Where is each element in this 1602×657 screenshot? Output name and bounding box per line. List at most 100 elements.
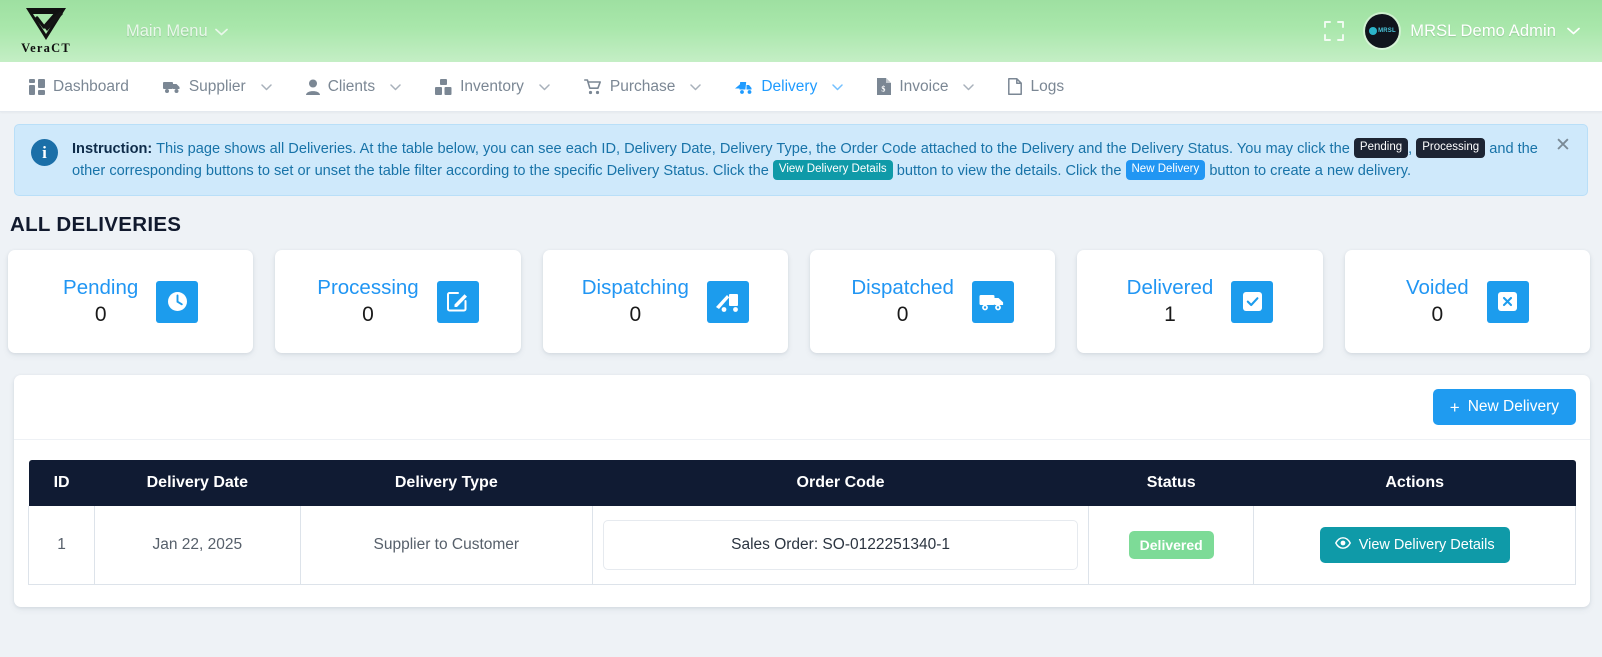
x-square-icon: [1486, 280, 1529, 323]
truck-side-icon: [971, 280, 1014, 323]
clock-icon: [156, 280, 199, 323]
nav-item-invoice[interactable]: $ Invoice: [860, 62, 991, 112]
status-card-dispatching[interactable]: Dispatching 0: [542, 250, 788, 353]
column-header-status[interactable]: Status: [1088, 460, 1254, 506]
person-icon: [305, 79, 320, 95]
table-row: 1 Jan 22, 2025 Supplier to Customer Sale…: [27, 506, 1576, 585]
column-header-id[interactable]: ID: [28, 460, 95, 506]
status-card-dispatched[interactable]: Dispatched 0: [809, 250, 1056, 353]
instruction-comma: ,: [1408, 141, 1413, 157]
user-menu-button[interactable]: MRSL MRSL Demo Admin: [1365, 14, 1580, 48]
status-card-label: Dispatching: [581, 276, 689, 299]
chip-processing: Processing: [1416, 138, 1486, 158]
column-header-delivery-type[interactable]: Delivery Type: [300, 460, 593, 506]
nav-item-logs[interactable]: Logs: [991, 62, 1081, 112]
chevron-down-icon: [690, 78, 702, 96]
nav-label: Purchase: [609, 77, 676, 95]
chevron-down-icon: [832, 78, 844, 96]
main-menu-button[interactable]: Main Menu: [126, 22, 228, 41]
close-icon[interactable]: ✕: [1553, 136, 1573, 157]
chip-pending: Pending: [1353, 138, 1409, 158]
cell-order-code: Sales Order: SO-0122251340-1: [592, 506, 1090, 585]
chevron-down-icon: [390, 78, 401, 96]
status-card-pending[interactable]: Pending 0: [8, 250, 254, 353]
truck-icon: [162, 79, 181, 94]
header-right-group: MRSL MRSL Demo Admin: [1323, 14, 1580, 48]
main-menu-label: Main Menu: [126, 21, 208, 40]
main-navigation: Dashboard Supplier Clients Inventory Pur…: [0, 62, 1602, 112]
veract-v-check-arrow-logo-icon: [22, 6, 70, 42]
nav-item-purchase[interactable]: Purchase: [567, 62, 718, 112]
nav-label: Clients: [327, 77, 376, 95]
edit-square-icon: [436, 280, 479, 323]
chevron-down-icon: [260, 78, 272, 96]
column-header-actions[interactable]: Actions: [1253, 460, 1576, 506]
status-card-processing[interactable]: Processing 0: [275, 250, 521, 353]
fullscreen-expand-icon[interactable]: [1323, 20, 1345, 42]
nav-item-dashboard[interactable]: Dashboard: [12, 62, 146, 112]
nav-item-delivery[interactable]: Delivery: [718, 62, 860, 112]
chevron-down-icon: [214, 22, 228, 41]
plus-icon: +: [1449, 397, 1460, 417]
brand-logo[interactable]: VeraCT: [10, 6, 82, 56]
info-circle-icon: i: [31, 139, 58, 166]
svg-text:$: $: [882, 85, 886, 94]
status-card-count: 0: [896, 303, 909, 326]
page-title: ALL DELIVERIES: [10, 213, 182, 236]
cell-actions: View Delivery Details: [1253, 506, 1576, 585]
status-card-delivered[interactable]: Delivered 1: [1077, 250, 1323, 353]
chip-new-delivery: New Delivery: [1125, 160, 1206, 180]
chevron-down-icon: [1567, 22, 1580, 40]
nav-label: Delivery: [761, 77, 818, 95]
view-delivery-details-label: View Delivery Details: [1358, 537, 1495, 553]
chevron-down-icon: [539, 78, 550, 96]
chip-view-delivery-details: View Delivery Details: [772, 160, 893, 180]
order-code-box[interactable]: Sales Order: SO-0122251340-1: [603, 520, 1079, 570]
avatar-label: MRSL: [1378, 28, 1396, 34]
nav-label: Supplier: [188, 77, 246, 95]
new-delivery-button[interactable]: + New Delivery: [1432, 389, 1576, 425]
column-header-order-code[interactable]: Order Code: [592, 460, 1089, 506]
view-delivery-details-button[interactable]: View Delivery Details: [1319, 527, 1510, 563]
status-card-label: Pending: [63, 276, 139, 299]
instruction-segment-3: button to view the details. Click the: [896, 163, 1122, 179]
column-header-delivery-date[interactable]: Delivery Date: [94, 460, 301, 506]
status-card-label: Dispatched: [851, 276, 954, 299]
status-card-count: 0: [629, 303, 642, 326]
deliveries-table: ID Delivery Date Delivery Type Order Cod…: [27, 460, 1576, 585]
status-card-voided[interactable]: Voided 0: [1344, 250, 1590, 353]
status-cards: Pending 0 Processing 0 Dispatching 0 Dis…: [0, 237, 1602, 353]
loading-truck-icon: [706, 280, 749, 323]
cell-id: 1: [27, 506, 96, 585]
new-delivery-label: New Delivery: [1467, 398, 1559, 415]
file-log-icon: [1008, 78, 1023, 95]
nav-label: Invoice: [899, 77, 949, 95]
dashboard-grid-icon: [29, 78, 45, 95]
instruction-text: Instruction: This page shows all Deliver…: [72, 138, 1573, 182]
eye-icon: [1334, 537, 1351, 553]
instruction-segment-1: This page shows all Deliveries. At the t…: [156, 141, 1350, 157]
status-badge: Delivered: [1128, 531, 1214, 559]
status-card-count: 1: [1164, 303, 1176, 326]
top-header: VeraCT Main Menu MRSL MRSL Demo Admin: [0, 0, 1602, 62]
deliveries-panel: + New Delivery ID Delivery Date Delivery…: [14, 375, 1590, 607]
status-card-count: 0: [1431, 303, 1444, 326]
instruction-banner: i Instruction: This page shows all Deliv…: [14, 124, 1588, 196]
nav-item-supplier[interactable]: Supplier: [146, 62, 289, 112]
nav-label: Inventory: [460, 77, 524, 95]
shopping-cart-icon: [583, 78, 602, 95]
checkbox-check-icon: [1231, 280, 1274, 323]
nav-label: Logs: [1030, 77, 1065, 95]
table-toolbar: + New Delivery: [14, 389, 1590, 440]
table-header-row: ID Delivery Date Delivery Type Order Cod…: [28, 460, 1576, 506]
instruction-label: Instruction:: [72, 141, 153, 157]
cell-delivery-type: Supplier to Customer: [299, 506, 594, 585]
instruction-segment-4: button to create a new delivery.: [1209, 163, 1412, 179]
boxes-icon: [435, 78, 452, 95]
avatar: MRSL: [1365, 14, 1400, 48]
nav-item-inventory[interactable]: Inventory: [418, 62, 567, 112]
nav-item-clients[interactable]: Clients: [289, 62, 418, 112]
status-card-label: Processing: [317, 276, 419, 299]
status-card-label: Voided: [1405, 276, 1469, 299]
cell-status: Delivered: [1088, 506, 1255, 585]
